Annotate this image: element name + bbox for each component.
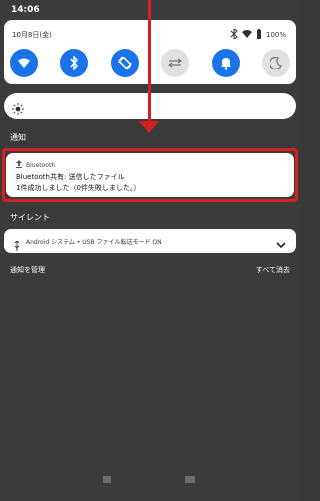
notification-highlight-box xyxy=(2,148,298,202)
data-saver-icon xyxy=(168,58,183,68)
usb-transfer-notification[interactable]: Android システム • USB ファイル転送モード ON xyxy=(4,229,296,253)
chevron-down-icon[interactable] xyxy=(276,235,286,254)
pull-down-arrow-head xyxy=(139,121,159,133)
manage-notifications-button[interactable]: 通知を管理 xyxy=(10,265,45,275)
notification-shade: 14:06 10月8日(金) 100% 通知 Bluetooth Bluetoo… xyxy=(0,0,300,501)
usb-notification-text: Android システム • USB ファイル転送モード ON xyxy=(26,239,162,246)
bell-icon xyxy=(220,58,231,70)
notifications-section-label: 通知 xyxy=(10,133,26,142)
bluetooth-tile[interactable] xyxy=(60,49,89,77)
pull-down-arrow-line xyxy=(148,0,151,122)
clear-all-button[interactable]: すべて消去 xyxy=(256,265,290,275)
status-time: 14:06 xyxy=(11,5,40,15)
qs-date: 10月8日(金) xyxy=(12,31,52,39)
dark-theme-tile[interactable] xyxy=(261,49,290,77)
qs-status-icons: 100% xyxy=(230,28,286,41)
silent-section-label: サイレント xyxy=(10,213,50,222)
bluetooth-status-icon xyxy=(230,28,238,41)
wifi-icon xyxy=(18,58,30,68)
do-not-disturb-tile[interactable] xyxy=(211,49,240,77)
usb-icon xyxy=(14,236,20,255)
rotate-icon xyxy=(118,56,132,70)
background-app-ghost xyxy=(0,470,300,501)
wifi-tile[interactable] xyxy=(10,49,38,77)
wifi-status-icon xyxy=(241,30,252,40)
bluetooth-icon xyxy=(70,56,79,70)
auto-rotate-tile[interactable] xyxy=(110,49,139,77)
moon-icon xyxy=(269,57,282,69)
brightness-icon xyxy=(12,100,24,119)
data-saver-tile[interactable] xyxy=(161,49,190,77)
battery-status-icon xyxy=(256,29,262,41)
battery-percent: 100% xyxy=(265,31,286,39)
